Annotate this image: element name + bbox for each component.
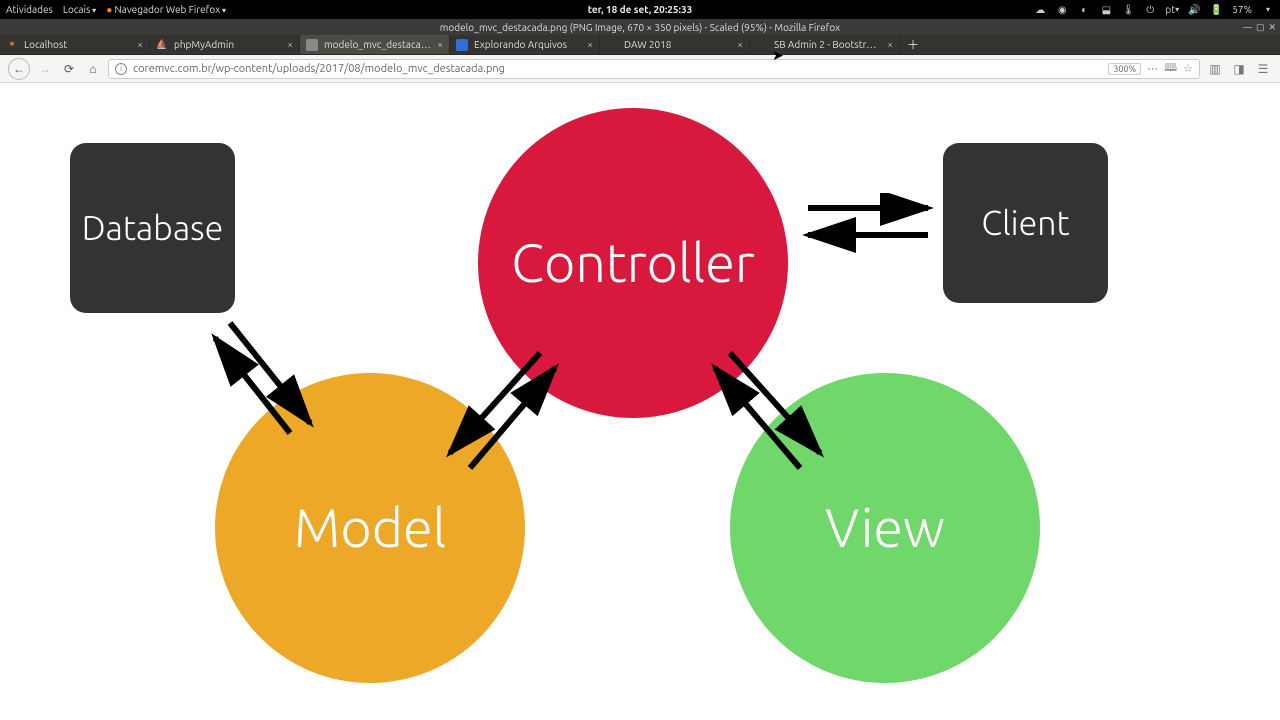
browser-tab-strip: ✶ Localhost × ⛵ phpMyAdmin × modelo_mvc_… bbox=[0, 35, 1280, 55]
forward-button[interactable]: → bbox=[36, 60, 54, 78]
new-tab-button[interactable]: ＋ bbox=[900, 35, 926, 54]
close-icon[interactable]: × bbox=[137, 39, 143, 50]
window-minimize[interactable]: ― bbox=[1243, 22, 1252, 33]
bookmark-star-icon[interactable]: ☆ bbox=[1183, 62, 1193, 75]
image-file-icon bbox=[306, 39, 318, 51]
close-icon[interactable]: × bbox=[437, 39, 443, 50]
sidebar-icon[interactable]: ◨ bbox=[1230, 60, 1248, 78]
app-menu[interactable]: ● Navegador Web Firefox bbox=[106, 4, 226, 16]
thermometer-icon[interactable]: 🌡 bbox=[1122, 4, 1134, 16]
tab-localhost[interactable]: ✶ Localhost × bbox=[0, 35, 150, 54]
volume-icon[interactable]: 🔊 bbox=[1188, 4, 1200, 16]
keyboard-layout[interactable]: pt bbox=[1166, 4, 1178, 16]
arrow-controller-client bbox=[798, 193, 938, 253]
activities-button[interactable]: Atividades bbox=[6, 4, 53, 15]
url-text: coremvc.com.br/wp-content/uploads/2017/0… bbox=[133, 63, 1102, 75]
arrow-controller-view bbox=[700, 333, 850, 483]
address-bar[interactable]: i coremvc.com.br/wp-content/uploads/2017… bbox=[108, 59, 1200, 79]
close-icon[interactable]: × bbox=[587, 39, 593, 50]
camera-icon[interactable]: ◉ bbox=[1056, 4, 1068, 16]
tab-image-active[interactable]: modelo_mvc_destacada × bbox=[300, 35, 450, 54]
back-button[interactable]: ← bbox=[8, 58, 30, 80]
desktop-top-bar: Atividades Locais ● Navegador Web Firefo… bbox=[0, 0, 1280, 19]
page-viewport[interactable]: Database Client Controller Model View bbox=[0, 83, 1280, 720]
diagram-node-database: Database bbox=[70, 143, 235, 313]
phpmyadmin-icon: ⛵ bbox=[156, 39, 168, 51]
hamburger-menu[interactable]: ☰ bbox=[1254, 60, 1272, 78]
clock[interactable]: ter, 18 de set, 20:25:33 bbox=[588, 4, 693, 15]
cloud-icon[interactable]: ☁ bbox=[1034, 4, 1046, 16]
zoom-badge[interactable]: 300% bbox=[1108, 63, 1141, 75]
updates-icon[interactable]: ⏻ bbox=[1144, 4, 1156, 16]
tab-daw2018[interactable]: DAW 2018 × bbox=[600, 35, 750, 54]
close-icon[interactable]: × bbox=[287, 39, 293, 50]
arrow-controller-model bbox=[420, 333, 570, 483]
window-titlebar: modelo_mvc_destacada.png (PNG Image, 670… bbox=[0, 19, 1280, 35]
dropbox-icon[interactable]: ⬓ bbox=[1100, 4, 1112, 16]
tab-phpmyadmin[interactable]: ⛵ phpMyAdmin × bbox=[150, 35, 300, 54]
reader-mode-icon[interactable]: 🕮 bbox=[1164, 59, 1177, 78]
blank-favicon bbox=[756, 39, 768, 51]
places-menu[interactable]: Locais bbox=[63, 4, 96, 15]
diagram-node-client: Client bbox=[943, 143, 1108, 303]
blank-favicon bbox=[606, 39, 618, 51]
home-button[interactable]: ⌂ bbox=[84, 60, 102, 78]
window-close[interactable]: ✕ bbox=[1268, 22, 1276, 33]
system-tray: ☁ ◉ ◐ ⬓ 🌡 ⏻ pt 🔊 🔋 57% bbox=[1034, 4, 1274, 16]
steam-icon[interactable]: ◐ bbox=[1078, 4, 1090, 16]
reload-button[interactable]: ⟳ bbox=[60, 60, 78, 78]
xampp-icon: ✶ bbox=[6, 39, 18, 51]
tab-explorando[interactable]: Explorando Arquivos × bbox=[450, 35, 600, 54]
arrow-database-model bbox=[200, 303, 340, 443]
close-icon[interactable]: × bbox=[737, 39, 743, 50]
system-menu[interactable] bbox=[1262, 4, 1274, 16]
library-icon[interactable]: ▥ bbox=[1206, 60, 1224, 78]
battery-icon[interactable]: 🔋 bbox=[1210, 4, 1222, 16]
site-info-icon[interactable]: i bbox=[115, 63, 127, 75]
generic-favicon bbox=[456, 39, 468, 51]
page-action-menu[interactable]: ⋯ bbox=[1147, 62, 1158, 75]
battery-percent: 57% bbox=[1232, 4, 1252, 15]
close-icon[interactable]: × bbox=[887, 39, 893, 50]
firefox-icon: ● bbox=[106, 4, 112, 15]
window-title: modelo_mvc_destacada.png (PNG Image, 670… bbox=[440, 22, 840, 33]
tab-sbadmin[interactable]: SB Admin 2 - Bootstrap Ad… × bbox=[750, 35, 900, 54]
window-maximize[interactable]: ▢ bbox=[1256, 22, 1265, 33]
browser-nav-bar: ← → ⟳ ⌂ i coremvc.com.br/wp-content/uplo… bbox=[0, 55, 1280, 83]
